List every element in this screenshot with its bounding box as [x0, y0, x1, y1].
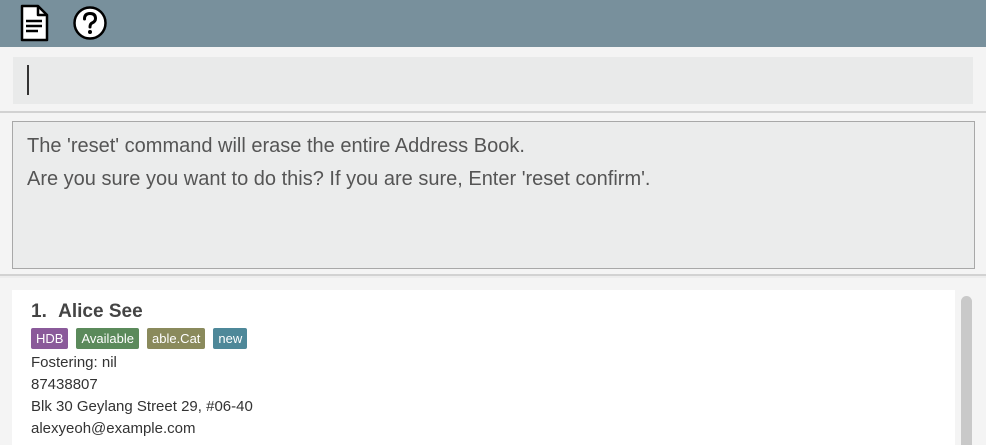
person-card[interactable]: 1. Alice See HDB Available able.Cat new …	[12, 290, 955, 445]
toolbar	[0, 0, 986, 47]
person-phone: 87438807	[31, 376, 98, 393]
command-box	[13, 57, 973, 104]
person-list-panel: 1. Alice See HDB Available able.Cat new …	[0, 278, 986, 445]
tag-hdb: HDB	[31, 328, 69, 349]
command-box-panel	[0, 47, 986, 113]
help-icon[interactable]	[72, 4, 107, 42]
list-scrollbar[interactable]	[958, 290, 974, 445]
tag-list: HDB Available able.Cat new	[31, 328, 936, 352]
result-display-panel: The 'reset' command will erase the entir…	[0, 113, 986, 276]
tag-able-cat: able.Cat	[146, 328, 206, 349]
tag-available: Available	[76, 328, 139, 349]
person-name: Alice See	[58, 301, 143, 322]
command-input[interactable]	[13, 57, 973, 104]
list-scrollbar-thumb[interactable]	[961, 296, 972, 445]
person-email: alexyeoh@example.com	[31, 420, 196, 437]
result-display: The 'reset' command will erase the entir…	[12, 121, 975, 269]
person-index: 1.	[31, 301, 47, 322]
text-caret	[27, 65, 29, 95]
result-line: The 'reset' command will erase the entir…	[27, 135, 525, 157]
person-name-row: 1. Alice See	[31, 300, 936, 324]
file-icon[interactable]	[17, 4, 51, 42]
tag-new: new	[213, 328, 248, 349]
person-fostering: Fostering: nil	[31, 354, 117, 371]
result-line: Are you sure you want to do this? If you…	[27, 168, 651, 190]
person-address: Blk 30 Geylang Street 29, #06-40	[31, 398, 253, 415]
